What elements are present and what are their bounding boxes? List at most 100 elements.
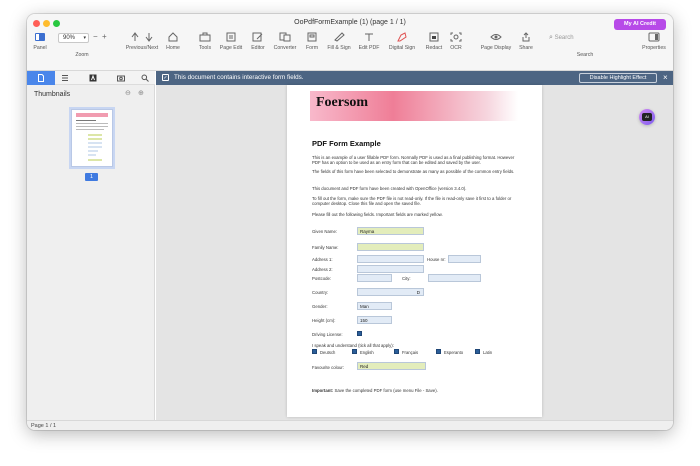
share-button[interactable]: Share bbox=[518, 32, 534, 51]
zoom-select[interactable]: 90% ▾ bbox=[58, 33, 89, 43]
fill-sign-button[interactable]: Fill & Sign bbox=[325, 32, 353, 51]
editor-button[interactable]: Editor bbox=[249, 32, 267, 51]
checkbox-icon: ✓ bbox=[162, 74, 169, 81]
properties-button[interactable]: Properties bbox=[639, 32, 669, 51]
paragraph-3: This document and PDF form have been cre… bbox=[312, 186, 467, 191]
city-label: City: bbox=[402, 276, 411, 281]
search-icon bbox=[141, 74, 149, 82]
home-button[interactable]: Home bbox=[164, 32, 182, 51]
colour-select[interactable]: Red bbox=[357, 362, 426, 370]
tools-button[interactable]: Tools bbox=[196, 32, 214, 51]
panel-button[interactable]: Panel bbox=[30, 32, 50, 51]
tools-label: Tools bbox=[198, 45, 212, 51]
driving-license-checkbox[interactable] bbox=[357, 331, 362, 336]
thumb-banner bbox=[76, 113, 108, 117]
share-label: Share bbox=[519, 45, 533, 51]
toolbox-icon bbox=[199, 32, 211, 42]
form-icon bbox=[306, 32, 318, 42]
fill-sign-icon bbox=[333, 32, 345, 42]
share-icon bbox=[520, 32, 532, 42]
given-name-field[interactable]: Rayma bbox=[357, 227, 424, 235]
address2-field[interactable] bbox=[357, 265, 424, 273]
important-text: Save the completed PDF form (use menu Fi… bbox=[334, 388, 438, 393]
panel-label: Panel bbox=[33, 45, 47, 51]
close-icon[interactable]: × bbox=[663, 73, 668, 82]
eye-icon bbox=[490, 32, 502, 42]
status-bar: Page 1 / 1 bbox=[27, 420, 673, 430]
zoom-out-thumb-icon[interactable]: ⊖ bbox=[125, 89, 131, 97]
foersom-logo: Foersom bbox=[316, 95, 369, 110]
converter-button[interactable]: Converter bbox=[272, 32, 298, 51]
lang-deutsch-checkbox[interactable] bbox=[312, 349, 317, 354]
gender-select[interactable]: Man bbox=[357, 302, 392, 310]
chevron-down-icon: ▾ bbox=[83, 35, 86, 41]
editor-label: Editor bbox=[251, 45, 265, 51]
camera-icon bbox=[117, 75, 125, 82]
country-label: Country: bbox=[312, 290, 329, 295]
convert-icon bbox=[279, 32, 291, 42]
redact-icon bbox=[428, 32, 440, 42]
ai-credit-button[interactable]: My AI Credit bbox=[614, 19, 666, 30]
page-display-label: Page Display bbox=[480, 45, 512, 51]
ocr-label: OCR bbox=[450, 45, 462, 51]
important-note: Important: Save the completed PDF form (… bbox=[312, 388, 438, 393]
lang-esperanto-label: Esperanto bbox=[444, 350, 464, 355]
ai-assistant-button[interactable]: AI bbox=[639, 109, 655, 125]
city-field[interactable] bbox=[428, 274, 481, 282]
properties-icon bbox=[648, 32, 660, 42]
page-display-button[interactable]: Page Display bbox=[479, 32, 513, 51]
zoom-value: 90% bbox=[63, 35, 76, 41]
redact-label: Redact bbox=[425, 45, 443, 51]
search-input[interactable]: ⌕ Search bbox=[549, 32, 617, 43]
zoom-in-button[interactable]: + bbox=[102, 32, 107, 41]
page-indicator: Page 1 / 1 bbox=[31, 423, 57, 429]
redact-button[interactable]: Redact bbox=[424, 32, 444, 51]
search-icon: ⌕ bbox=[549, 34, 553, 41]
lang-francais-checkbox[interactable] bbox=[394, 349, 399, 354]
prev-next-label: Previous/Next bbox=[125, 45, 159, 51]
form-button[interactable]: Form bbox=[304, 32, 320, 51]
notice-message: This document contains interactive form … bbox=[174, 74, 304, 81]
house-nr-field[interactable] bbox=[448, 255, 481, 263]
family-name-label: Family Name: bbox=[312, 245, 339, 250]
zoom-out-button[interactable]: − bbox=[93, 32, 98, 41]
height-field[interactable]: 150 bbox=[357, 316, 392, 324]
lang-latin-checkbox[interactable] bbox=[475, 349, 480, 354]
panel-icon bbox=[34, 32, 46, 42]
page-edit-button[interactable]: Page Edit bbox=[219, 32, 243, 51]
tab-search[interactable] bbox=[131, 71, 159, 85]
family-name-field[interactable] bbox=[357, 243, 424, 251]
edit-pdf-button[interactable]: Edit PDF bbox=[358, 32, 380, 51]
tab-annotations[interactable] bbox=[79, 71, 107, 85]
lang-esperanto-checkbox[interactable] bbox=[436, 349, 441, 354]
digital-sign-button[interactable]: Digital Sign bbox=[387, 32, 417, 51]
home-icon bbox=[167, 32, 179, 42]
title-bar: OoPdfFormExample (1) (page 1 / 1) My AI … bbox=[27, 14, 673, 71]
form-fields-notice: ✓ This document contains interactive for… bbox=[156, 71, 673, 85]
lang-latin-label: Latin bbox=[483, 350, 493, 355]
fill-sign-label: Fill & Sign bbox=[327, 45, 351, 51]
page-thumbnail[interactable] bbox=[71, 109, 113, 167]
window-title: OoPdfFormExample (1) (page 1 / 1) bbox=[294, 19, 406, 26]
postcode-field[interactable] bbox=[357, 274, 392, 282]
country-select[interactable]: D bbox=[357, 288, 424, 296]
ocr-button[interactable]: OCR bbox=[448, 32, 464, 51]
converter-label: Converter bbox=[273, 45, 297, 51]
app-window: OoPdfFormExample (1) (page 1 / 1) My AI … bbox=[27, 14, 673, 430]
gender-label: Gender: bbox=[312, 304, 328, 309]
height-label: Height (cm): bbox=[312, 318, 336, 323]
lang-english-checkbox[interactable] bbox=[352, 349, 357, 354]
form-label: Form bbox=[305, 45, 319, 51]
tab-outline[interactable] bbox=[51, 71, 79, 85]
annotation-icon bbox=[89, 74, 97, 82]
document-title: PDF Form Example bbox=[312, 139, 381, 148]
thumbnail-page-number: 1 bbox=[85, 173, 98, 181]
sidebar: Thumbnails ⊖ ⊕ 1 bbox=[27, 71, 155, 420]
disable-highlight-button[interactable]: Disable Highlight Effect bbox=[579, 73, 657, 83]
previous-next-buttons[interactable]: Previous/Next bbox=[123, 32, 161, 51]
page-edit-label: Page Edit bbox=[219, 45, 243, 51]
address1-field[interactable] bbox=[357, 255, 424, 263]
lang-deutsch-label: Deutsch bbox=[320, 350, 336, 355]
zoom-in-thumb-icon[interactable]: ⊕ bbox=[138, 89, 144, 97]
paragraph-5: Please fill out the following fields. Im… bbox=[312, 212, 443, 217]
